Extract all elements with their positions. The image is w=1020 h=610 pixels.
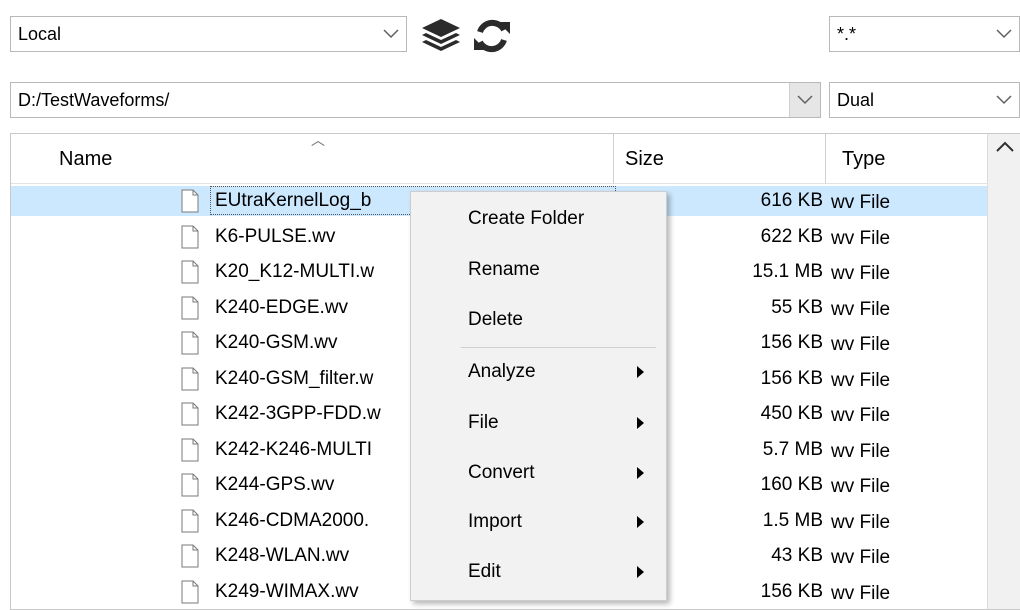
filter-select[interactable]: *.*	[829, 16, 1020, 52]
menu-item-convert[interactable]: Convert	[411, 451, 666, 495]
file-icon	[181, 331, 199, 355]
column-header-name-label: Name	[59, 148, 113, 170]
menu-item-label: Delete	[468, 309, 523, 330]
menu-separator	[461, 347, 656, 348]
column-header-type[interactable]: Type	[826, 134, 987, 184]
menu-item-create-folder[interactable]: Create Folder	[411, 197, 666, 241]
file-type: wv File	[831, 192, 891, 213]
column-header-size[interactable]: Size	[614, 134, 826, 184]
path-select-value: D:/TestWaveforms/	[18, 90, 170, 110]
menu-item-label: Rename	[468, 259, 540, 280]
file-type: wv File	[831, 440, 891, 462]
file-icon	[181, 367, 199, 390]
file-type: wv File	[831, 263, 891, 284]
chevron-down-icon[interactable]	[989, 83, 1019, 117]
submenu-arrow-icon	[637, 467, 644, 479]
file-icon	[181, 260, 199, 284]
file-icon	[181, 473, 199, 497]
file-type: wv File	[831, 334, 891, 355]
column-header-size-label: Size	[625, 148, 664, 170]
column-header-name[interactable]: Name ︿	[11, 134, 614, 184]
menu-item-file[interactable]: File	[411, 401, 666, 445]
file-type: wv File	[831, 476, 891, 497]
sort-indicator-icon: ︿	[311, 133, 325, 148]
file-type: wv File	[831, 369, 891, 391]
menu-item-edit[interactable]: Edit	[411, 550, 666, 594]
file-type: wv File	[831, 405, 891, 426]
file-icon	[181, 509, 199, 532]
file-icon	[181, 544, 199, 568]
menu-item-label: Import	[468, 511, 522, 532]
file-icon	[181, 580, 199, 603]
file-type: wv File	[831, 227, 891, 249]
submenu-arrow-icon	[637, 417, 644, 429]
chevron-down-icon[interactable]	[989, 17, 1019, 51]
file-type: wv File	[831, 582, 891, 604]
file-type: wv File	[831, 298, 891, 320]
menu-item-label: Convert	[468, 462, 535, 483]
file-icon	[181, 402, 199, 426]
menu-item-rename[interactable]: Rename	[411, 248, 666, 292]
menu-item-label: Edit	[468, 561, 501, 582]
menu-item-analyze[interactable]: Analyze	[411, 350, 666, 394]
file-type: wv File	[831, 547, 891, 568]
menu-item-label: File	[468, 412, 499, 433]
mode-select[interactable]: Dual	[829, 82, 1020, 118]
filter-select-value: *.*	[837, 24, 857, 44]
layers-icon[interactable]	[419, 16, 463, 56]
vertical-scrollbar[interactable]	[987, 134, 1020, 609]
menu-item-import[interactable]: Import	[411, 500, 666, 544]
chevron-down-icon[interactable]	[789, 83, 820, 117]
file-icon	[181, 438, 199, 461]
submenu-arrow-icon	[637, 366, 644, 378]
chevron-down-icon[interactable]	[376, 17, 406, 51]
submenu-arrow-icon	[637, 516, 644, 528]
scroll-up-icon[interactable]	[995, 140, 1015, 153]
file-icon	[181, 225, 199, 248]
refresh-icon[interactable]	[470, 16, 514, 56]
menu-item-label: Create Folder	[468, 208, 585, 229]
mode-select-value: Dual	[837, 90, 875, 110]
context-menu: Create Folder Rename Delete Analyze File Conv…	[410, 191, 667, 601]
menu-item-delete[interactable]: Delete	[411, 298, 666, 342]
submenu-arrow-icon	[637, 566, 644, 578]
file-icon	[181, 189, 199, 213]
location-select[interactable]: Local	[10, 16, 407, 52]
file-type: wv File	[831, 511, 891, 533]
column-header-type-label: Type	[842, 148, 886, 170]
file-icon	[181, 296, 199, 319]
menu-item-label: Analyze	[468, 361, 536, 382]
path-select[interactable]: D:/TestWaveforms/	[10, 82, 821, 118]
location-select-value: Local	[18, 24, 62, 44]
